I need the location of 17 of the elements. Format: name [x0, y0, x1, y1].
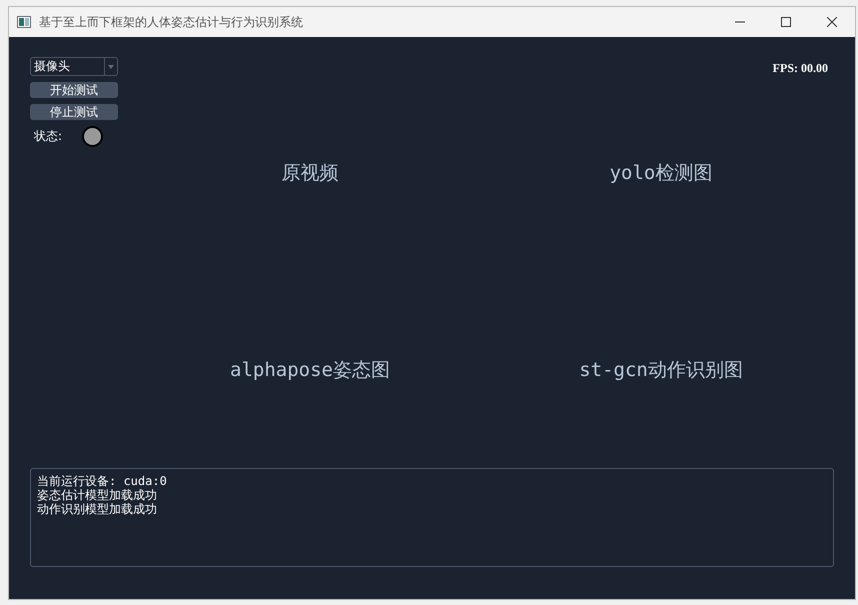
- maximize-icon: [781, 17, 791, 27]
- app-icon: [17, 16, 31, 28]
- view-title: st-gcn动作识别图: [579, 358, 743, 381]
- fps-counter: FPS: 00.00: [772, 61, 828, 76]
- view-title: alphapose姿态图: [230, 358, 390, 381]
- view-title: 原视频: [282, 161, 338, 184]
- log-line: 动作识别模型加载成功: [37, 502, 158, 516]
- close-icon: [827, 17, 837, 27]
- window-title: 基于至上而下框架的人体姿态估计与行为识别系统: [39, 14, 303, 30]
- status-label: 状态:: [34, 128, 62, 145]
- view-title: yolo检测图: [610, 161, 712, 184]
- test-button[interactable]: 开始测试: [30, 82, 118, 98]
- test-button[interactable]: 停止测试: [30, 104, 118, 120]
- source-dropdown[interactable]: 摄像头: [30, 57, 118, 76]
- caret-icon: [108, 64, 114, 68]
- log-line: 姿态估计模型加载成功: [37, 488, 158, 502]
- log-line: 当前运行设备: cuda:0: [37, 474, 168, 488]
